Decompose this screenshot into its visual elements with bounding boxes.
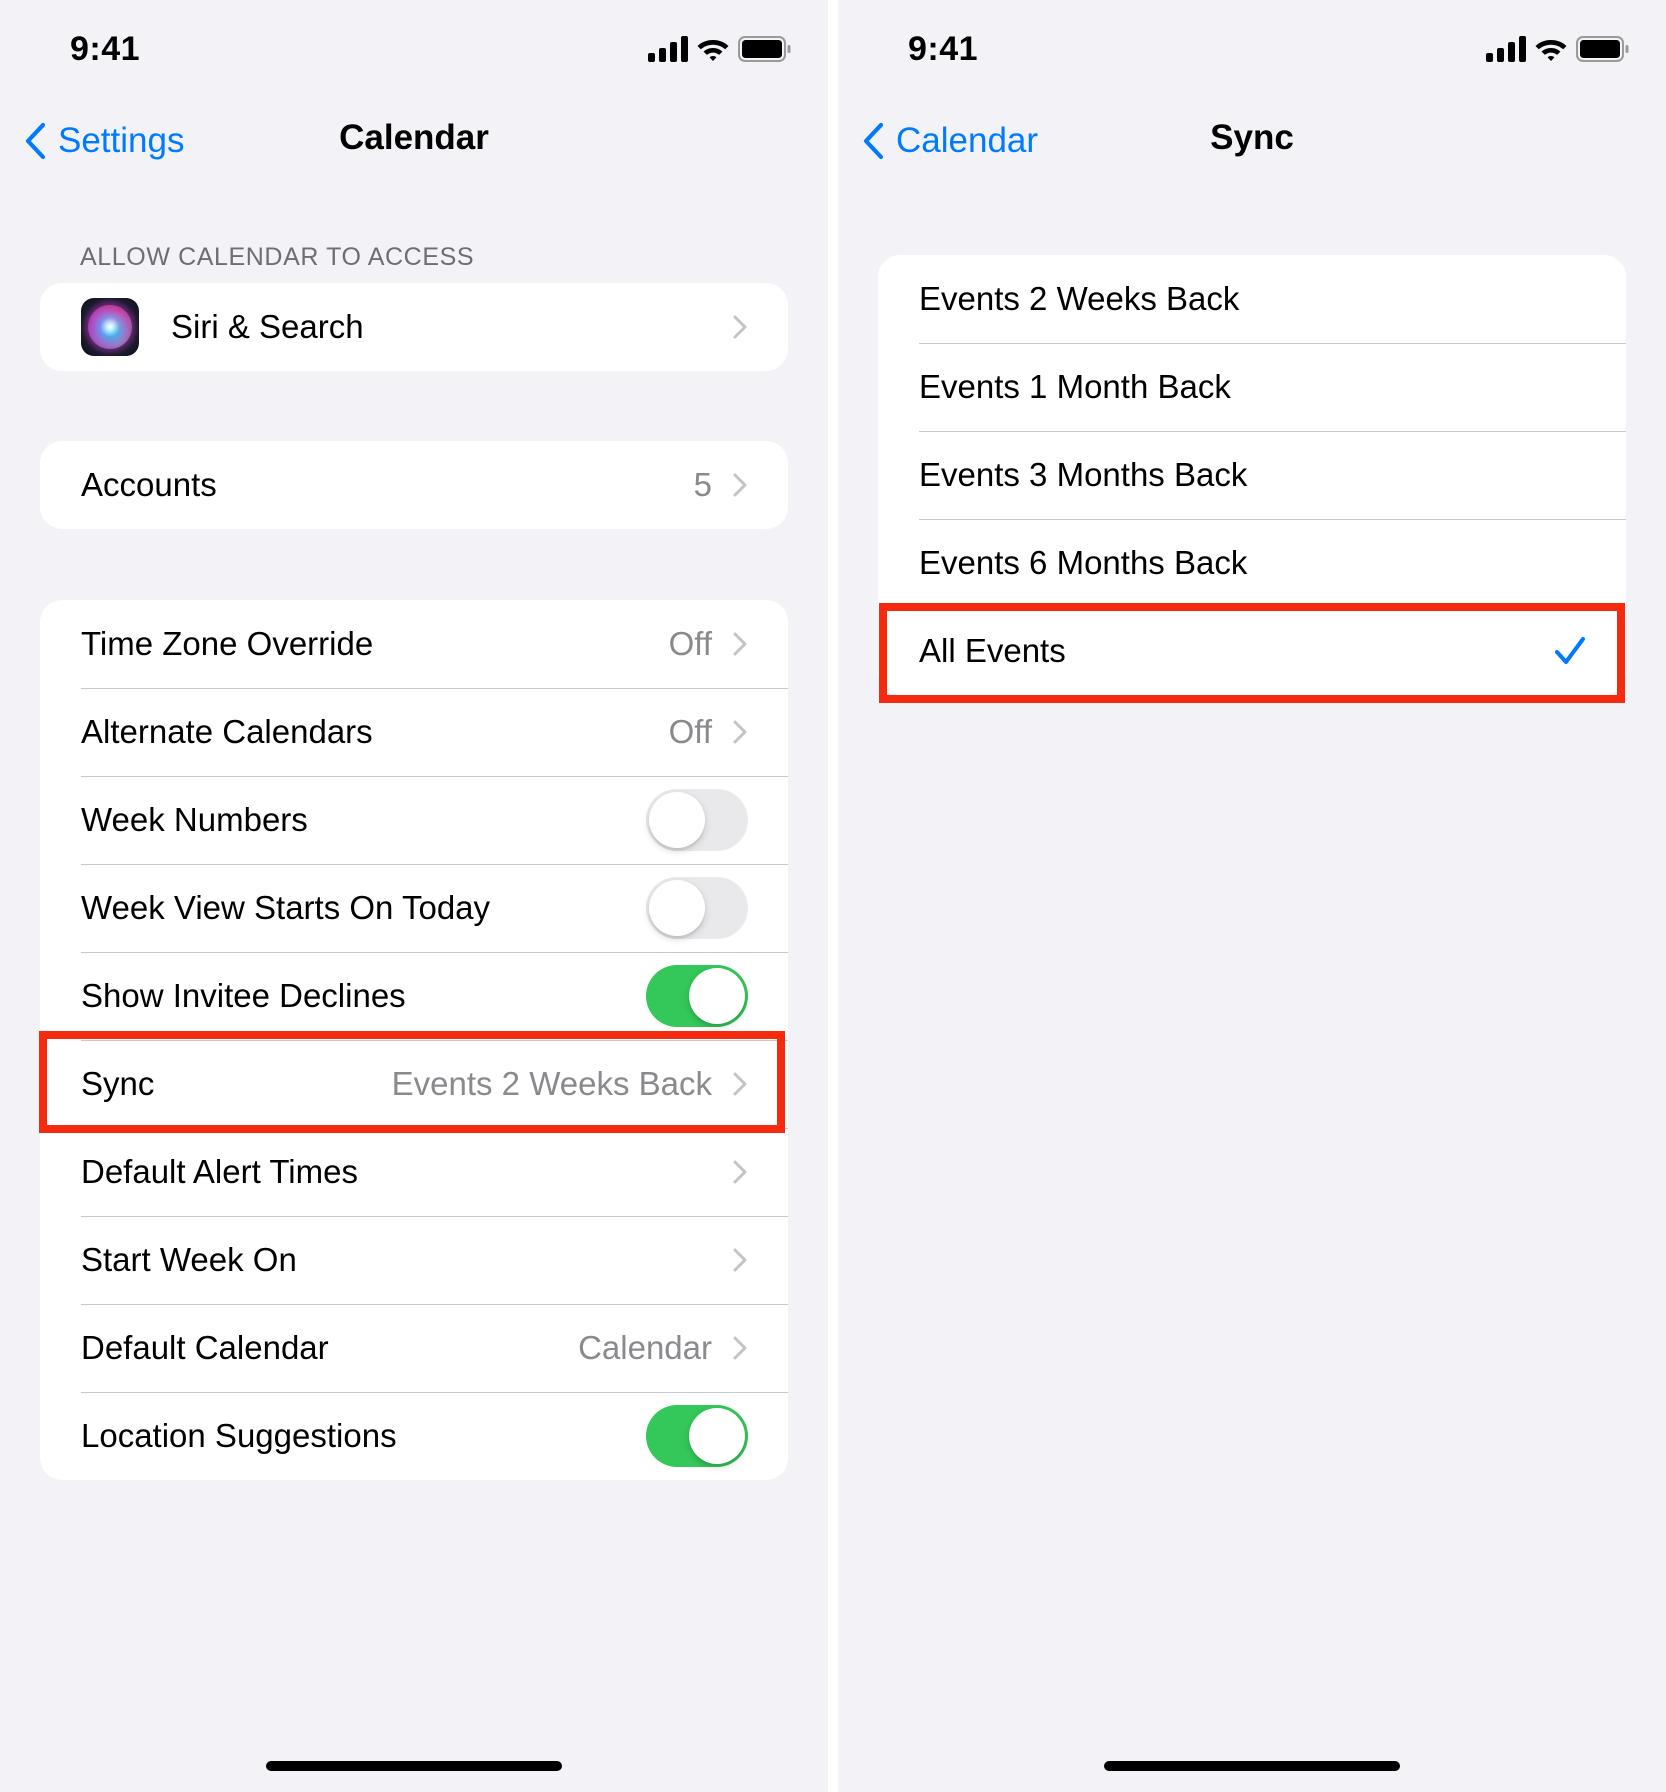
row-label: All Events xyxy=(919,632,1066,669)
sync-row[interactable]: Sync Events 2 Weeks Back xyxy=(40,1040,788,1128)
siri-icon xyxy=(81,298,139,356)
chevron-right-icon xyxy=(733,1248,747,1272)
chevron-left-icon xyxy=(863,122,884,160)
row-label: Week Numbers xyxy=(81,801,308,838)
week-view-starts-toggle[interactable] xyxy=(646,877,748,939)
row-label: Week View Starts On Today xyxy=(81,889,491,926)
start-week-on-row[interactable]: Start Week On xyxy=(40,1216,788,1304)
row-label: Events 2 Weeks Back xyxy=(919,280,1240,317)
row-value: Off xyxy=(668,625,712,662)
battery-icon xyxy=(738,36,791,62)
location-suggestions-toggle[interactable] xyxy=(646,1405,748,1467)
checkmark-icon xyxy=(1555,637,1585,664)
cellular-signal-icon xyxy=(1486,36,1526,62)
cellular-signal-icon xyxy=(648,36,688,62)
chevron-right-icon xyxy=(733,473,747,497)
sync-options-group: Events 2 Weeks Back Events 1 Month Back … xyxy=(878,255,1626,695)
accounts-group: Accounts 5 xyxy=(40,441,788,529)
default-alert-times-row[interactable]: Default Alert Times xyxy=(40,1128,788,1216)
row-label: Events 3 Months Back xyxy=(919,456,1248,493)
chevron-right-icon xyxy=(733,1072,747,1096)
access-group: Siri & Search xyxy=(40,283,788,371)
row-label: Accounts xyxy=(81,466,217,503)
chevron-right-icon xyxy=(733,720,747,744)
calendar-settings-screen: 9:41 Settings Calendar ALLOW CALENDAR TO… xyxy=(0,0,828,1792)
row-label: Default Alert Times xyxy=(81,1153,358,1190)
default-calendar-row[interactable]: Default Calendar Calendar xyxy=(40,1304,788,1392)
sync-value: Events 2 Weeks Back xyxy=(391,1065,712,1102)
row-label: Sync xyxy=(81,1065,155,1102)
row-label: Default Calendar xyxy=(81,1329,329,1366)
chevron-right-icon xyxy=(733,632,747,656)
row-label: Events 1 Month Back xyxy=(919,368,1231,405)
chevron-right-icon xyxy=(733,1160,747,1184)
row-label: Start Week On xyxy=(81,1241,297,1278)
back-button[interactable]: Calendar xyxy=(862,116,1038,166)
row-label: Location Suggestions xyxy=(81,1417,397,1454)
row-label: Events 6 Months Back xyxy=(919,544,1248,581)
wifi-icon xyxy=(697,40,729,61)
home-indicator xyxy=(1104,1761,1400,1771)
calendar-settings-group: Time Zone Override Off Alternate Calenda… xyxy=(40,600,788,1480)
row-value: Calendar xyxy=(578,1329,712,1366)
chevron-right-icon xyxy=(733,315,747,339)
status-icons xyxy=(1486,36,1630,64)
sync-options-screen: 9:41 Calendar Sync Events 2 Weeks Back E… xyxy=(838,0,1666,1792)
row-label: Alternate Calendars xyxy=(81,713,373,750)
row-label: Time Zone Override xyxy=(81,625,374,662)
row-label: Show Invitee Declines xyxy=(81,977,406,1014)
sync-option-row[interactable]: Events 2 Weeks Back xyxy=(878,255,1626,343)
sync-option-row[interactable]: Events 3 Months Back xyxy=(878,431,1626,519)
row-label: Siri & Search xyxy=(171,308,364,345)
section-header-access: ALLOW CALENDAR TO ACCESS xyxy=(80,243,475,271)
sync-option-row[interactable]: Events 6 Months Back xyxy=(878,519,1626,607)
chevron-right-icon xyxy=(733,1336,747,1360)
accounts-count: 5 xyxy=(693,466,712,503)
status-icons xyxy=(648,36,792,64)
back-label: Calendar xyxy=(896,121,1039,160)
battery-icon xyxy=(1576,36,1629,62)
status-time: 9:41 xyxy=(908,30,979,68)
show-invitee-declines-row: Show Invitee Declines xyxy=(40,952,788,1040)
status-time: 9:41 xyxy=(70,30,141,68)
alternate-calendars-row[interactable]: Alternate Calendars Off xyxy=(40,688,788,776)
week-view-starts-row: Week View Starts On Today xyxy=(40,864,788,952)
row-value: Off xyxy=(668,713,712,750)
show-invitee-declines-toggle[interactable] xyxy=(646,965,748,1027)
week-numbers-toggle[interactable] xyxy=(646,789,748,851)
location-suggestions-row: Location Suggestions xyxy=(40,1392,788,1480)
wifi-icon xyxy=(1535,40,1567,61)
chevron-left-icon xyxy=(25,122,46,160)
time-zone-override-row[interactable]: Time Zone Override Off xyxy=(40,600,788,688)
siri-search-row[interactable]: Siri & Search xyxy=(40,283,788,371)
home-indicator xyxy=(266,1761,562,1771)
back-button[interactable]: Settings xyxy=(24,116,184,166)
accounts-row[interactable]: Accounts 5 xyxy=(40,441,788,529)
back-label: Settings xyxy=(58,121,185,160)
sync-option-row-selected[interactable]: All Events xyxy=(878,607,1626,695)
week-numbers-row: Week Numbers xyxy=(40,776,788,864)
sync-option-row[interactable]: Events 1 Month Back xyxy=(878,343,1626,431)
